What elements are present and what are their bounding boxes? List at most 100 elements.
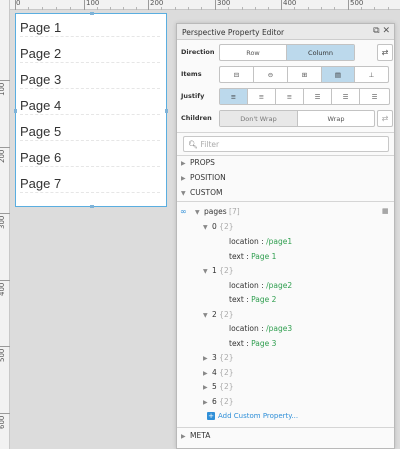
reverse-wrap-button[interactable]: ⇄	[377, 110, 393, 127]
add-custom-property-button[interactable]: + Add Custom Property...	[207, 412, 298, 420]
wrap-toggle: Don't Wrap Wrap	[219, 110, 375, 127]
chevron-right-icon: ▶	[181, 175, 186, 182]
list-item[interactable]: Page 6	[20, 150, 61, 165]
property-value: Page 3	[251, 339, 277, 348]
justify-center-icon: ≡	[258, 92, 265, 101]
ruler-label: 200	[0, 149, 6, 163]
swap-icon: ⇄	[381, 48, 389, 57]
align-center-button[interactable]: ⊖	[254, 67, 288, 82]
section-label: POSITION	[190, 173, 226, 182]
direction-column-button[interactable]: Column	[287, 45, 354, 60]
flex-view[interactable]: Page 1 Page 2 Page 3 Page 4 Page 5 Page …	[14, 12, 168, 208]
filter-input[interactable]: 🔍︎ Filter	[183, 136, 389, 152]
property-text[interactable]: text : Page 2	[229, 295, 276, 304]
align-items-toggle: ⊟ ⊖ ⊞ ▤ ⊥	[219, 66, 389, 83]
property-key: pages	[204, 207, 227, 216]
ruler-label: 500	[0, 348, 6, 362]
justify-end-button[interactable]: ≡	[276, 89, 304, 104]
ruler-label: 400	[0, 282, 6, 296]
align-top-icon: ⊟	[233, 70, 240, 79]
section-position[interactable]: ▶ POSITION	[181, 173, 226, 182]
section-label: PROPS	[190, 158, 215, 167]
direction-row-button[interactable]: Row	[220, 45, 287, 60]
property-entry-4[interactable]: ▶ 4 {2}	[203, 368, 234, 377]
entry-count: {2}	[219, 382, 234, 391]
property-location[interactable]: location : /page2	[229, 281, 292, 290]
section-meta[interactable]: ▶ META	[181, 431, 210, 440]
ruler-label: 100	[0, 82, 6, 96]
property-entry-1[interactable]: ▼ 1 {2}	[203, 266, 234, 275]
property-value: /page3	[266, 324, 293, 333]
entry-index: 5	[212, 382, 217, 391]
chevron-right-icon: ▶	[203, 399, 208, 406]
justify-space-evenly-button[interactable]: ☰	[360, 89, 389, 104]
property-key: text	[229, 295, 244, 304]
property-entry-3[interactable]: ▶ 3 {2}	[203, 353, 234, 362]
property-location[interactable]: location : /page1	[229, 237, 292, 246]
chevron-down-icon: ▼	[181, 190, 186, 197]
entry-index: 1	[212, 266, 217, 275]
entry-count: {2}	[219, 368, 234, 377]
align-stretch-icon: ▤	[334, 70, 342, 79]
justify-space-around-button[interactable]: ☰	[332, 89, 360, 104]
ruler-label: 0	[16, 0, 21, 7]
vertical-ruler: 100 200 300 400 500 600	[0, 0, 10, 449]
direction-label: Direction	[181, 48, 215, 56]
property-text[interactable]: text : Page 1	[229, 252, 276, 261]
align-start-button[interactable]: ⊟	[220, 67, 254, 82]
reverse-direction-button[interactable]: ⇄	[377, 44, 393, 61]
space-around-icon: ☰	[342, 92, 349, 101]
property-pages[interactable]: ▼ pages [7]	[195, 207, 240, 216]
horizontal-ruler: 0 100 200 300 400 500	[0, 0, 400, 10]
chevron-down-icon: ▼	[195, 209, 200, 216]
ruler-label: 600	[0, 415, 6, 429]
chevron-right-icon: ▶	[181, 433, 186, 440]
property-location[interactable]: location : /page3	[229, 324, 292, 333]
float-window-icon[interactable]: ⧉	[373, 26, 379, 36]
list-item[interactable]: Page 4	[20, 98, 61, 113]
chevron-down-icon: ▼	[203, 312, 208, 319]
panel-title: Perspective Property Editor	[182, 28, 285, 37]
justify-center-button[interactable]: ≡	[248, 89, 276, 104]
entry-index: 3	[212, 353, 217, 362]
list-item[interactable]: Page 2	[20, 46, 61, 61]
wrap-button[interactable]: Wrap	[298, 111, 374, 126]
close-icon[interactable]: ✕	[382, 26, 390, 36]
property-value: /page1	[266, 237, 293, 246]
ruler-label: 300	[217, 0, 231, 7]
align-end-button[interactable]: ⊞	[288, 67, 322, 82]
chevron-right-icon: ▶	[203, 355, 208, 362]
property-count: [7]	[229, 207, 240, 216]
property-key: location	[229, 281, 259, 290]
property-entry-6[interactable]: ▶ 6 {2}	[203, 397, 234, 406]
property-entry-5[interactable]: ▶ 5 {2}	[203, 382, 234, 391]
property-value: Page 1	[251, 252, 277, 261]
list-item[interactable]: Page 5	[20, 124, 61, 139]
entry-count: {2}	[219, 222, 234, 231]
entry-index: 2	[212, 310, 217, 319]
align-baseline-button[interactable]: ⊥	[355, 67, 388, 82]
align-stretch-button[interactable]: ▤	[322, 67, 355, 82]
justify-space-between-button[interactable]: ☰	[304, 89, 332, 104]
list-item[interactable]: Page 7	[20, 176, 61, 191]
children-row: Children Don't Wrap Wrap ⇄	[181, 110, 395, 127]
justify-start-icon: ≡	[230, 92, 237, 101]
chevron-right-icon: ▶	[203, 370, 208, 377]
dont-wrap-button[interactable]: Don't Wrap	[220, 111, 298, 126]
entry-index: 4	[212, 368, 217, 377]
property-entry-2[interactable]: ▼ 2 {2}	[203, 310, 234, 319]
list-item[interactable]: Page 3	[20, 72, 61, 87]
binding-link-icon[interactable]: ∞	[180, 207, 187, 216]
list-item[interactable]: Page 1	[20, 20, 61, 35]
property-entry-0[interactable]: ▼ 0 {2}	[203, 222, 234, 231]
ruler-label: 500	[350, 0, 364, 7]
entry-count: {2}	[219, 310, 234, 319]
section-custom[interactable]: ▼ CUSTOM	[181, 188, 222, 197]
section-props[interactable]: ▶ PROPS	[181, 158, 215, 167]
property-text[interactable]: text : Page 3	[229, 339, 276, 348]
justify-label: Justify	[181, 92, 205, 100]
align-baseline-icon: ⊥	[368, 70, 375, 79]
document-icon[interactable]: ▦	[382, 207, 389, 215]
ruler-label: 300	[0, 215, 6, 229]
justify-start-button[interactable]: ≡	[220, 89, 248, 104]
